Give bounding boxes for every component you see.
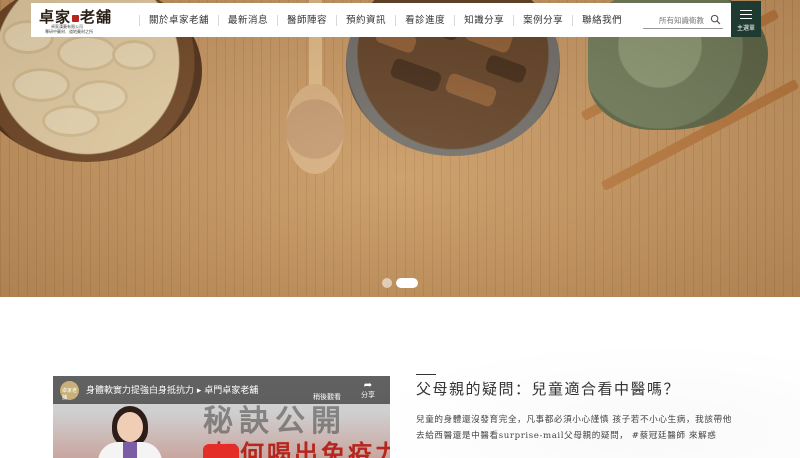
title-divider bbox=[416, 374, 436, 375]
channel-avatar[interactable]: 卓家老舖 bbox=[60, 381, 79, 401]
search-box bbox=[643, 13, 723, 29]
logo-seal-icon bbox=[72, 14, 80, 22]
hamburger-icon bbox=[740, 10, 752, 22]
article-body: 兒童的身體還沒發育完全，凡事都必須小心謹慎 孩子若不小心生病，我該帶他去給西醫還… bbox=[416, 415, 732, 441]
watch-later-button[interactable]: 稍後觀看 bbox=[313, 392, 341, 402]
doctor-image bbox=[98, 406, 162, 458]
nav-doctors[interactable]: 醫師陣容 bbox=[277, 14, 336, 26]
article-title[interactable]: 父母親的疑問：兒童適合看中醫嗎？ bbox=[416, 378, 680, 399]
hero-banner bbox=[0, 0, 800, 297]
logo-text-right: 老舖 bbox=[80, 8, 113, 26]
share-button[interactable]: ➦ 分享 bbox=[353, 380, 383, 404]
logo-tagline: 專研中藥材．道地藥材之所 bbox=[45, 29, 93, 34]
play-button[interactable] bbox=[203, 444, 239, 458]
share-label: 分享 bbox=[361, 391, 375, 399]
share-icon: ➦ bbox=[363, 380, 373, 391]
site-logo[interactable]: 卓家 老舖 卓家漢藥有限公司 專研中藥材．道地藥材之所 bbox=[37, 5, 115, 35]
hero-shade bbox=[0, 0, 800, 297]
nav-contact[interactable]: 聯絡我們 bbox=[572, 14, 631, 26]
channel-name: 卓家老舖 bbox=[62, 388, 78, 401]
nav-news[interactable]: 最新消息 bbox=[218, 14, 277, 26]
carousel-dot-1[interactable] bbox=[382, 278, 392, 288]
video-topbar: 卓家老舖 身體軟實力提強白身抵抗力 ▸ 卓門卓家老舖 稍後觀看 ➦ 分享 bbox=[53, 376, 390, 404]
nav-appointment[interactable]: 預約資訊 bbox=[336, 14, 395, 26]
main-nav: 關於卓家老舖 最新消息 醫師陣容 預約資訊 看診進度 知識分享 案例分享 聯絡我… bbox=[139, 3, 631, 37]
search-input[interactable] bbox=[643, 13, 707, 27]
video-player[interactable]: 秘訣公開 如何喝出免疫力 卓家老舖 身體軟實力提強白身抵抗力 ▸ 卓門卓家老舖 … bbox=[53, 376, 390, 458]
nav-progress[interactable]: 看診進度 bbox=[395, 14, 454, 26]
main-menu-button[interactable]: 主選單 bbox=[731, 1, 761, 37]
search-icon[interactable] bbox=[710, 14, 721, 25]
carousel-indicators bbox=[0, 278, 800, 290]
carousel-dot-2[interactable] bbox=[396, 278, 418, 288]
nav-about[interactable]: 關於卓家老舖 bbox=[139, 14, 218, 26]
video-title[interactable]: 身體軟實力提強白身抵抗力 ▸ 卓門卓家老舖 bbox=[86, 383, 258, 396]
nav-knowledge[interactable]: 知識分享 bbox=[454, 14, 513, 26]
site-header: 卓家 老舖 卓家漢藥有限公司 專研中藥材．道地藥材之所 關於卓家老舖 最新消息 醫… bbox=[31, 3, 761, 37]
video-overlay-text: 如何喝出免疫力 bbox=[213, 439, 390, 458]
menu-label: 主選單 bbox=[736, 25, 755, 32]
nav-cases[interactable]: 案例分享 bbox=[513, 14, 572, 26]
